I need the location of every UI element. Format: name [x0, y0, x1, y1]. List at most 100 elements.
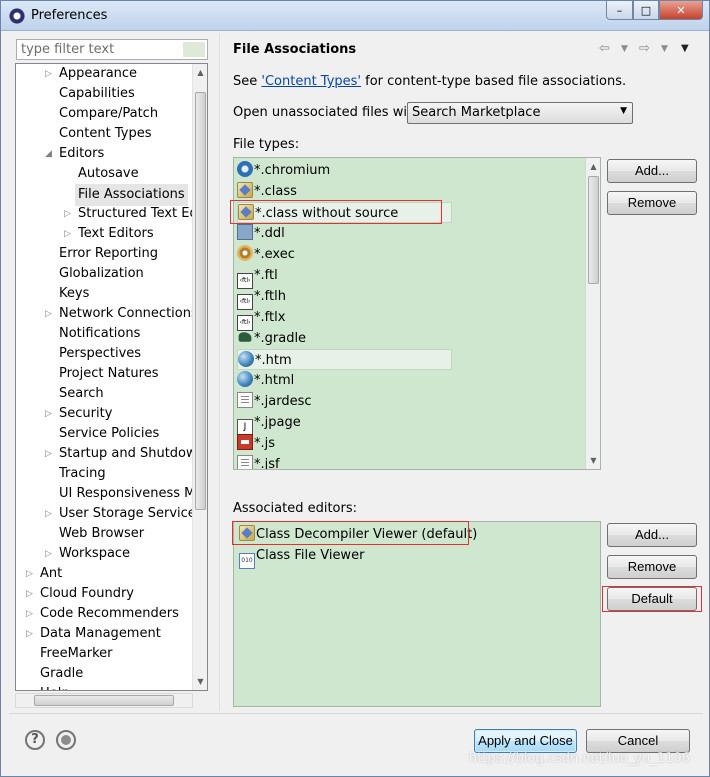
associated-editors-label: Associated editors:: [233, 501, 358, 516]
minimize-button[interactable]: –: [606, 1, 633, 20]
ddl-icon: [237, 224, 253, 240]
file-types-label: File types:: [233, 137, 300, 152]
window-title: Preferences: [31, 8, 108, 23]
collapsed-twisty-icon[interactable]: ▷: [45, 504, 55, 524]
file-type-row[interactable]: *.js: [237, 433, 275, 454]
clear-filter-icon[interactable]: [183, 42, 205, 57]
cancel-button[interactable]: Cancel: [586, 729, 690, 753]
file-type-row[interactable]: *.class without source: [237, 202, 452, 223]
forward-menu-icon[interactable]: ▼: [661, 44, 668, 54]
collapsed-twisty-icon[interactable]: ▷: [45, 444, 55, 464]
editor-row[interactable]: Class Decompiler Viewer (default): [239, 524, 477, 545]
view-menu-icon[interactable]: ▼: [681, 43, 689, 54]
expanded-twisty-icon[interactable]: ◢: [45, 144, 55, 164]
file-type-row[interactable]: J *.jpage: [237, 412, 301, 435]
open-unassociated-select[interactable]: Search Marketplace ▼: [407, 102, 633, 124]
content-types-link[interactable]: 'Content Types': [261, 74, 361, 89]
tree-item-label: Capabilities: [59, 86, 135, 101]
horizontal-scroll-thumb[interactable]: [34, 695, 174, 706]
filter-input[interactable]: type filter text: [16, 39, 208, 60]
file-type-label: *.html: [254, 373, 295, 388]
title-bar: Preferences – □ ✕: [1, 1, 709, 31]
file-type-row[interactable]: *.gradle: [237, 328, 306, 349]
file-type-row[interactable]: ‹ftl› *.ftlx: [237, 307, 285, 331]
file-type-label: *.htm: [255, 353, 292, 368]
splitter[interactable]: [219, 33, 220, 711]
tree-item-label: Code Recommenders: [40, 606, 179, 621]
tree-item-label: Network Connections: [59, 306, 194, 321]
bottom-separator: [9, 713, 703, 714]
scroll-up-icon[interactable]: ▲: [587, 159, 600, 174]
tree-items: ▷ Appearance Capabilities Compare/Patch Cont…: [16, 64, 194, 690]
default-editor-button[interactable]: Default: [607, 587, 697, 611]
filter-placeholder: type filter text: [21, 42, 115, 57]
help-icon[interactable]: ?: [25, 730, 45, 750]
forward-icon[interactable]: ⇨: [639, 41, 650, 56]
scroll-down-icon[interactable]: ▼: [194, 674, 207, 689]
collapsed-twisty-icon[interactable]: ▷: [26, 564, 36, 584]
collapsed-twisty-icon[interactable]: ▷: [64, 224, 74, 244]
tree-horizontal-scrollbar[interactable]: [15, 693, 193, 708]
scroll-thumb[interactable]: [588, 176, 599, 284]
collapsed-twisty-icon[interactable]: ▷: [64, 204, 74, 224]
record-icon[interactable]: [56, 730, 76, 750]
tree-item-label: Notifications: [59, 326, 141, 341]
editor-row[interactable]: 010 Class File Viewer: [239, 545, 364, 569]
tree-item-label: Workspace: [59, 546, 131, 561]
page-nav-tools: ⇦ ▼ ⇨ ▼ ▼: [599, 41, 699, 57]
tree-item-label: FreeMarker: [40, 646, 113, 661]
tree-item-label: Cloud Foundry: [40, 586, 135, 601]
apply-and-close-button[interactable]: Apply and Close: [474, 729, 577, 753]
tree-item-label: Service Policies: [59, 426, 160, 441]
scroll-thumb[interactable]: [195, 92, 206, 510]
collapsed-twisty-icon[interactable]: ▷: [26, 604, 36, 624]
file-type-label: *.jpage: [254, 415, 301, 430]
classf-icon: [238, 204, 254, 220]
add-file-type-button[interactable]: Add...: [607, 159, 697, 183]
file-type-row[interactable]: *.jardesc: [237, 391, 312, 412]
file-type-row[interactable]: *.html: [237, 370, 294, 391]
remove-editor-button[interactable]: Remove: [607, 555, 697, 579]
collapsed-twisty-icon[interactable]: ▷: [45, 304, 55, 324]
file-type-row[interactable]: ‹ftl› *.ftlh: [237, 286, 286, 310]
collapsed-twisty-icon[interactable]: ▷: [45, 64, 55, 84]
scroll-down-icon[interactable]: ▼: [587, 453, 600, 468]
scroll-up-icon[interactable]: ▲: [194, 65, 207, 80]
maximize-button[interactable]: □: [633, 1, 659, 20]
remove-file-type-button[interactable]: Remove: [607, 191, 697, 215]
file-type-label: *.class without source: [255, 206, 399, 221]
file-types-scrollbar[interactable]: ▲ ▼: [585, 158, 600, 469]
tree-item-label: Tracing: [59, 466, 106, 481]
collapsed-twisty-icon[interactable]: ▷: [45, 544, 55, 564]
file-type-row[interactable]: *.jsf: [237, 454, 280, 469]
collapsed-twisty-icon[interactable]: ▷: [45, 404, 55, 424]
add-editor-button[interactable]: Add...: [607, 523, 697, 547]
tree-item-label: Web Browser: [59, 526, 145, 541]
collapsed-twisty-icon[interactable]: ▷: [26, 584, 36, 604]
file-type-row[interactable]: *.chromium: [237, 160, 330, 181]
file-type-row[interactable]: *.htm: [237, 349, 452, 370]
back-menu-icon[interactable]: ▼: [621, 44, 628, 54]
collapsed-twisty-icon[interactable]: ▷: [26, 684, 36, 690]
js-icon: [237, 434, 253, 450]
close-button[interactable]: ✕: [659, 1, 703, 20]
collapsed-twisty-icon[interactable]: ▷: [26, 624, 36, 644]
tree-vertical-scrollbar[interactable]: ▲ ▼: [192, 64, 207, 690]
file-type-row[interactable]: ‹ftl› *.ftl: [237, 265, 278, 289]
tree-item-label: Ant: [40, 566, 63, 581]
gear-icon: [237, 245, 253, 261]
binary-file-icon: 010: [239, 553, 255, 569]
file-type-row[interactable]: *.class: [237, 181, 297, 202]
tree-item-label: Compare/Patch: [59, 106, 159, 121]
back-icon[interactable]: ⇦: [599, 41, 610, 56]
file-type-row[interactable]: *.exec: [237, 244, 295, 265]
file-type-row[interactable]: *.ddl: [237, 223, 285, 244]
